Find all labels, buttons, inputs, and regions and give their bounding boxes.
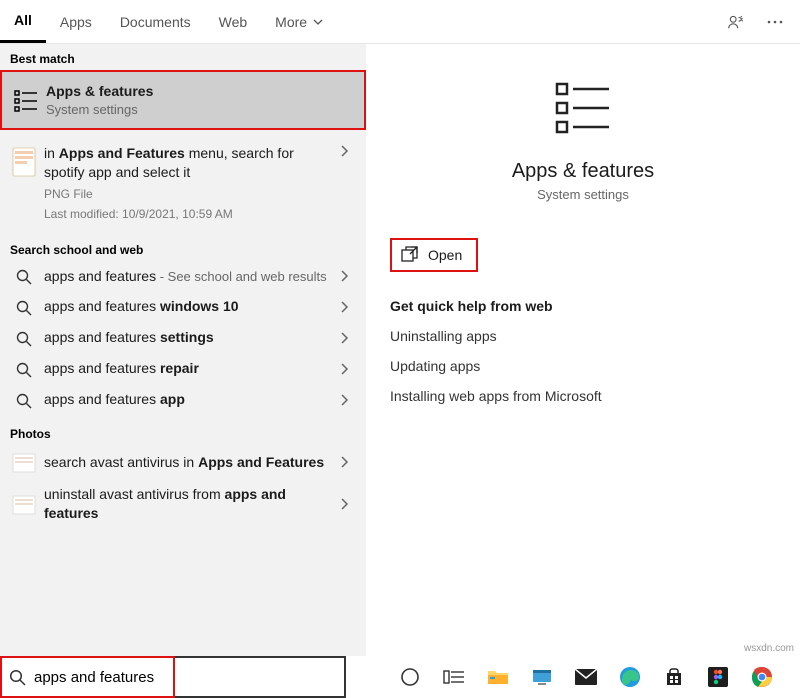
cortana-icon[interactable]: [398, 665, 422, 689]
web-result-1[interactable]: apps and features - See school and web r…: [0, 261, 366, 292]
help-link-uninstall[interactable]: Uninstalling apps: [390, 328, 776, 344]
task-view-icon[interactable]: [442, 665, 466, 689]
search-icon: [10, 360, 38, 378]
chevron-down-icon: [313, 17, 323, 27]
bottom-bar: [0, 656, 800, 698]
result-filetype: PNG File: [44, 186, 330, 202]
more-options-icon[interactable]: [766, 13, 784, 31]
app-icon-large: [549, 74, 617, 142]
result-modified: Last modified: 10/9/2021, 10:59 AM: [44, 206, 330, 222]
image-file-icon: [10, 451, 38, 473]
image-file-icon: [10, 493, 38, 515]
web-result-text: apps and features windows 10: [38, 297, 330, 316]
settings-list-icon: [12, 86, 40, 114]
chrome-icon[interactable]: [750, 665, 774, 689]
image-file-icon: [10, 144, 38, 178]
chevron-right-icon[interactable]: [330, 455, 358, 469]
result-subtitle: System settings: [46, 101, 356, 119]
photo-result-1[interactable]: search avast antivirus in Apps and Featu…: [0, 445, 366, 479]
chevron-right-icon[interactable]: [330, 144, 358, 158]
details-pane: Apps & features System settings Open Get…: [366, 44, 800, 656]
search-input[interactable]: [32, 668, 344, 687]
web-result-4[interactable]: apps and features repair: [0, 353, 366, 384]
open-button[interactable]: Open: [390, 238, 478, 272]
search-icon: [10, 267, 38, 285]
chevron-right-icon[interactable]: [330, 269, 358, 283]
chevron-right-icon[interactable]: [330, 497, 358, 511]
search-icon: [10, 391, 38, 409]
web-result-text: apps and features settings: [38, 328, 330, 347]
help-link-webapps[interactable]: Installing web apps from Microsoft: [390, 388, 776, 404]
feedback-icon[interactable]: [726, 13, 744, 31]
open-label: Open: [428, 247, 462, 263]
store-icon[interactable]: [662, 665, 686, 689]
result-title: Apps & features: [46, 82, 356, 101]
taskbar: [346, 656, 774, 698]
search-icon: [10, 329, 38, 347]
figma-icon[interactable]: [706, 665, 730, 689]
tab-documents[interactable]: Documents: [106, 0, 205, 43]
search-results-pane: Best match Apps & features System settin…: [0, 44, 366, 656]
chevron-right-icon[interactable]: [330, 362, 358, 376]
details-title: Apps & features: [512, 160, 654, 183]
photo-result-text: uninstall avast antivirus from apps and …: [38, 485, 330, 523]
edge-icon[interactable]: [618, 665, 642, 689]
tab-apps[interactable]: Apps: [46, 0, 106, 43]
open-icon: [400, 246, 418, 264]
mail-icon[interactable]: [574, 665, 598, 689]
photo-result-text: search avast antivirus in Apps and Featu…: [38, 453, 330, 472]
details-subtitle: System settings: [537, 187, 629, 202]
file-explorer-icon[interactable]: [486, 665, 510, 689]
web-result-5[interactable]: apps and features app: [0, 384, 366, 415]
web-result-text: apps and features repair: [38, 359, 330, 378]
web-result-text: apps and features - See school and web r…: [38, 267, 330, 286]
help-link-update[interactable]: Updating apps: [390, 358, 776, 374]
web-result-2[interactable]: apps and features windows 10: [0, 291, 366, 322]
tab-all[interactable]: All: [0, 0, 46, 43]
attribution-text: wsxdn.com: [744, 643, 794, 654]
section-best-match: Best match: [0, 44, 366, 70]
applet-icon[interactable]: [530, 665, 554, 689]
result-apps-features[interactable]: Apps & features System settings: [0, 70, 366, 130]
search-icon: [2, 669, 32, 686]
web-result-text: apps and features app: [38, 390, 330, 409]
tab-more-label: More: [275, 14, 307, 30]
result-text: in Apps and Features menu, search for sp…: [44, 144, 330, 182]
help-header: Get quick help from web: [390, 298, 776, 314]
section-photos: Photos: [0, 419, 366, 445]
tab-more[interactable]: More: [261, 0, 337, 43]
web-result-3[interactable]: apps and features settings: [0, 322, 366, 353]
section-web: Search school and web: [0, 235, 366, 261]
search-icon: [10, 298, 38, 316]
search-box[interactable]: [0, 656, 346, 698]
result-png-file[interactable]: in Apps and Features menu, search for sp…: [0, 136, 366, 228]
chevron-right-icon[interactable]: [330, 393, 358, 407]
chevron-right-icon[interactable]: [330, 300, 358, 314]
top-tabs-bar: All Apps Documents Web More: [0, 0, 800, 44]
tab-web[interactable]: Web: [205, 0, 262, 43]
chevron-right-icon[interactable]: [330, 331, 358, 345]
photo-result-2[interactable]: uninstall avast antivirus from apps and …: [0, 479, 366, 529]
